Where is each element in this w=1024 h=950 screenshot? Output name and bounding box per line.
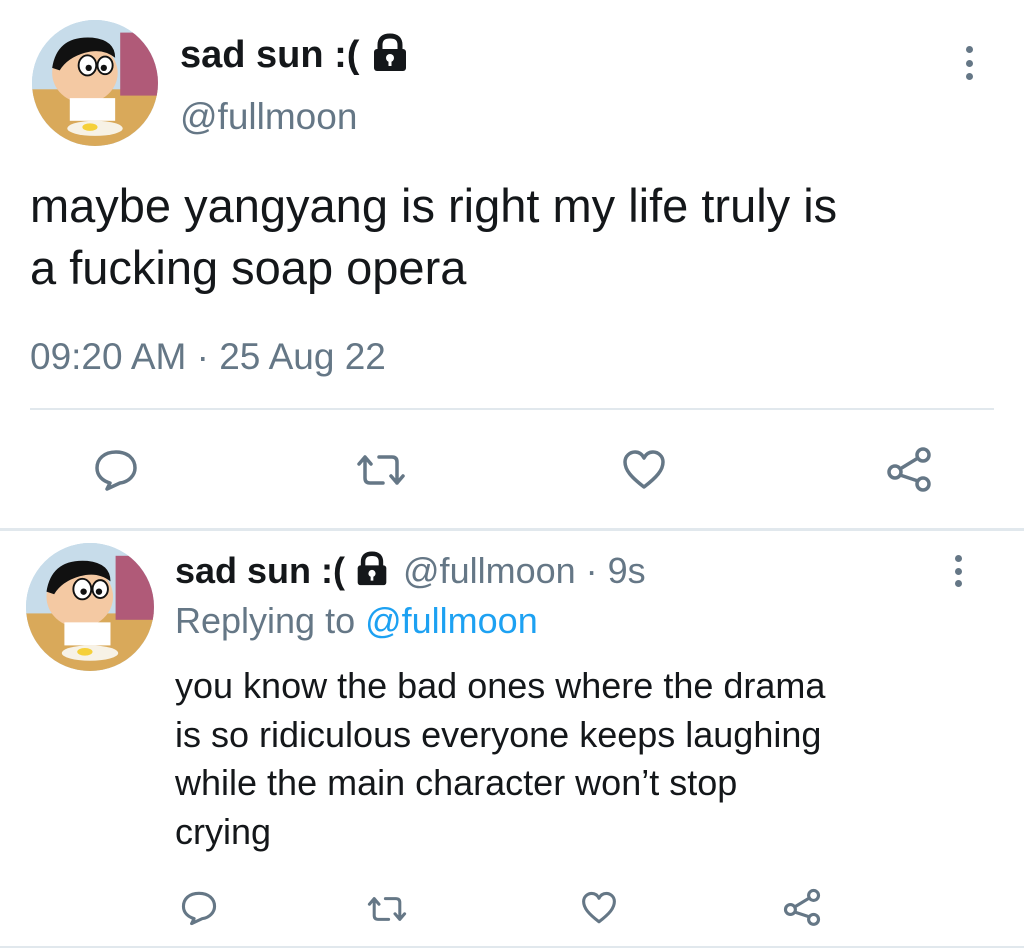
heart-icon[interactable]: [578, 888, 620, 928]
share-icon[interactable]: [884, 444, 934, 494]
retweet-icon[interactable]: [352, 446, 410, 494]
reply-tweet-handle-time[interactable]: @fullmoon · 9s: [403, 550, 646, 592]
reply-text-line: while the main character won’t stop: [175, 762, 738, 803]
reply-icon[interactable]: [92, 446, 140, 494]
main-tweet-timestamp[interactable]: 09:20 AM · 25 Aug 22: [30, 336, 386, 378]
lock-icon: [371, 32, 409, 78]
tweet-separator: [0, 528, 1024, 531]
replying-to-line: Replying to @fullmoon: [175, 600, 538, 642]
reply-text-line: crying: [175, 810, 272, 852]
share-icon[interactable]: [780, 886, 824, 928]
reply-text-line: you know the bad ones where the drama: [175, 665, 826, 706]
main-tweet-handle[interactable]: @fullmoon: [180, 96, 357, 138]
reply-tweet-avatar[interactable]: [26, 543, 154, 671]
retweet-icon[interactable]: [362, 890, 412, 928]
reply-icon[interactable]: [178, 888, 220, 928]
main-tweet-text-line-2: a fucking soap opera: [30, 241, 467, 294]
reply-tweet-text: you know the bad ones where the drama is…: [175, 662, 825, 856]
bottom-divider: [0, 946, 1024, 948]
lock-icon: [355, 551, 389, 592]
replying-to-handle-link[interactable]: @fullmoon: [365, 600, 538, 641]
more-vertical-icon[interactable]: [963, 46, 975, 80]
more-vertical-icon[interactable]: [952, 555, 964, 587]
avatar-image: [32, 20, 158, 146]
heart-icon[interactable]: [620, 446, 668, 494]
reply-text-line: is so ridiculous everyone keeps laughing: [175, 713, 822, 755]
main-tweet-avatar[interactable]: [32, 20, 158, 146]
main-tweet-display-name[interactable]: sad sun :(: [180, 34, 359, 77]
main-tweet-divider: [30, 408, 994, 410]
main-tweet-text-line-1: maybe yangyang is right my life truly is: [30, 179, 838, 232]
replying-to-label: Replying to: [175, 600, 366, 641]
reply-tweet-display-name[interactable]: sad sun :(: [175, 550, 345, 592]
avatar-image: [26, 543, 154, 671]
